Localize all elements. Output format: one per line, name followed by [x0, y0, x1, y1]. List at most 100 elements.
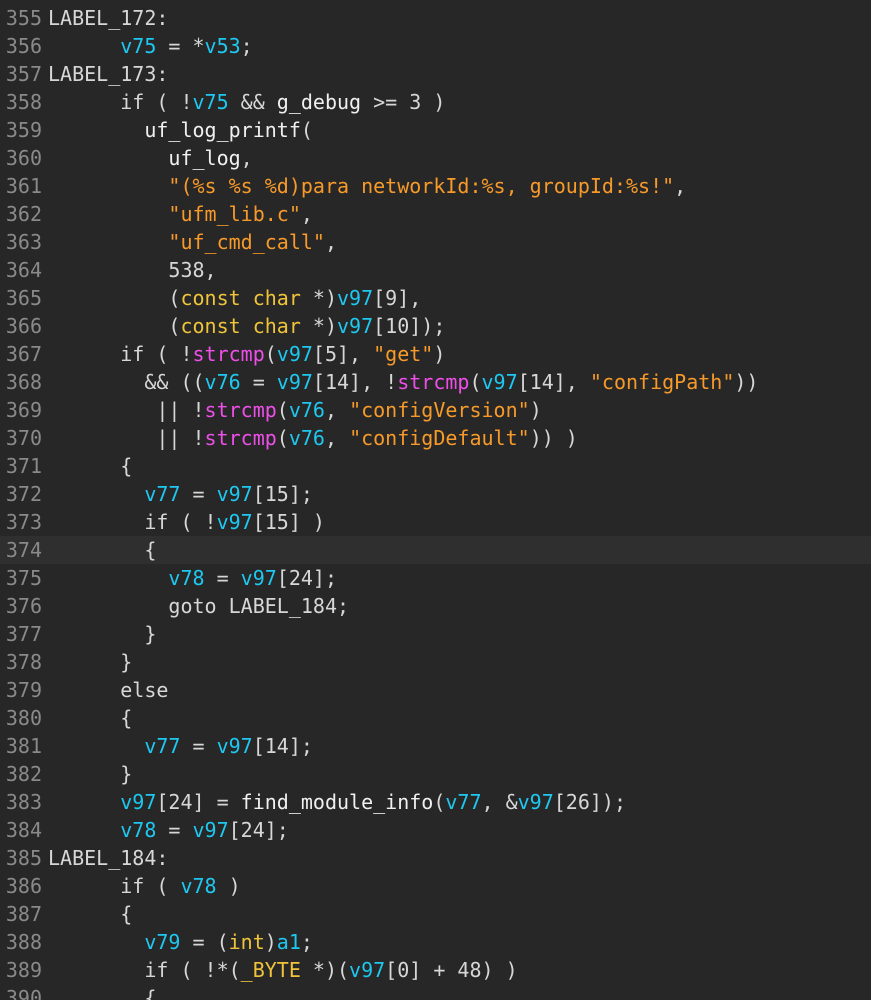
- code-line-current[interactable]: 374 {: [0, 536, 871, 564]
- code-text[interactable]: "uf_cmd_call",: [48, 228, 337, 256]
- code-line[interactable]: 383 v97[24] = find_module_info(v77, &v97…: [0, 788, 871, 816]
- code-line[interactable]: 376 goto LABEL_184;: [0, 592, 871, 620]
- code-line[interactable]: 358 if ( !v75 && g_debug >= 3 ): [0, 88, 871, 116]
- code-text[interactable]: }: [48, 760, 132, 788]
- code-text[interactable]: {: [48, 900, 132, 928]
- code-line[interactable]: 380 {: [0, 704, 871, 732]
- code-text[interactable]: "ufm_lib.c",: [48, 200, 313, 228]
- code-line[interactable]: 389 if ( !*(_BYTE *)(v97[0] + 48) ): [0, 956, 871, 984]
- code-line[interactable]: 390 {: [0, 984, 871, 1000]
- code-token: {: [48, 706, 133, 730]
- code-token: }: [48, 650, 133, 674]
- code-text[interactable]: || !strcmp(v76, "configDefault")) ): [48, 424, 578, 452]
- code-line[interactable]: 359 uf_log_printf(: [0, 116, 871, 144]
- code-line[interactable]: 379 else: [0, 676, 871, 704]
- code-line[interactable]: 360 uf_log,: [0, 144, 871, 172]
- code-line[interactable]: 387 {: [0, 900, 871, 928]
- code-line[interactable]: 388 v79 = (int)a1;: [0, 928, 871, 956]
- code-line[interactable]: 366 (const char *)v97[10]);: [0, 312, 871, 340]
- code-token: [15] ): [252, 510, 325, 534]
- line-number: 374: [5, 538, 42, 562]
- code-line[interactable]: 361 "(%s %s %d)para networkId:%s, groupI…: [0, 172, 871, 200]
- code-text[interactable]: v78 = v97[24];: [48, 816, 289, 844]
- code-line[interactable]: 381 v77 = v97[14];: [0, 732, 871, 760]
- code-text[interactable]: {: [48, 452, 132, 480]
- code-token: strcmp: [204, 426, 277, 450]
- code-line[interactable]: 355 LABEL_172:: [0, 4, 871, 32]
- code-token: ,: [324, 398, 350, 422]
- code-line[interactable]: 364 538,: [0, 256, 871, 284]
- code-text[interactable]: uf_log_printf(: [48, 116, 313, 144]
- code-line[interactable]: 386 if ( v78 ): [0, 872, 871, 900]
- code-line[interactable]: 384 v78 = v97[24];: [0, 816, 871, 844]
- code-token: v97: [216, 482, 253, 506]
- code-line[interactable]: 362 "ufm_lib.c",: [0, 200, 871, 228]
- code-token: goto LABEL_184;: [48, 594, 350, 618]
- code-token: *)(: [300, 958, 350, 982]
- code-text[interactable]: if ( !v97[15] ): [48, 508, 325, 536]
- code-editor[interactable]: 354355LABEL_172:356 v75 = *v53;357LABEL_…: [0, 0, 871, 1000]
- code-text[interactable]: v97[24] = find_module_info(v77, &v97[26]…: [48, 788, 626, 816]
- code-token: int: [228, 930, 265, 954]
- line-number: 382: [5, 762, 42, 786]
- code-line[interactable]: 373 if ( !v97[15] ): [0, 508, 871, 536]
- code-text[interactable]: if ( !strcmp(v97[5], "get"): [48, 340, 445, 368]
- code-line[interactable]: 377 }: [0, 620, 871, 648]
- code-text[interactable]: if ( !v75 && g_debug >= 3 ): [48, 88, 445, 116]
- line-number: 356: [5, 34, 42, 58]
- code-line[interactable]: 370 || !strcmp(v76, "configDefault")) ): [0, 424, 871, 452]
- code-text[interactable]: else: [48, 676, 168, 704]
- code-text[interactable]: v77 = v97[15];: [48, 480, 313, 508]
- code-token: _BYTE: [240, 958, 301, 982]
- code-text[interactable]: LABEL_173:: [48, 60, 168, 88]
- code-text[interactable]: (const char *)v97[9],: [48, 284, 421, 312]
- code-line[interactable]: 375 v78 = v97[24];: [0, 564, 871, 592]
- code-text[interactable]: v75 = *v53;: [48, 32, 252, 60]
- code-text[interactable]: {: [48, 984, 156, 1000]
- line-number: 358: [5, 90, 42, 114]
- code-token: =: [180, 734, 217, 758]
- code-token: v97: [481, 370, 518, 394]
- code-text[interactable]: uf_log,: [48, 144, 252, 172]
- code-text[interactable]: {: [48, 536, 156, 564]
- code-text[interactable]: v79 = (int)a1;: [48, 928, 313, 956]
- code-token: [14], !: [312, 370, 398, 394]
- code-token: if ( !*(: [48, 958, 241, 982]
- code-token: =: [180, 482, 217, 506]
- code-line[interactable]: 363 "uf_cmd_call",: [0, 228, 871, 256]
- code-text[interactable]: {: [48, 704, 132, 732]
- code-token: uf_log: [168, 146, 241, 170]
- code-text[interactable]: && ((v76 = v97[14], !strcmp(v97[14], "co…: [48, 368, 758, 396]
- code-text[interactable]: v77 = v97[14];: [48, 732, 313, 760]
- code-line[interactable]: 385 LABEL_184:: [0, 844, 871, 872]
- code-line[interactable]: 382 }: [0, 760, 871, 788]
- code-text[interactable]: if ( v78 ): [48, 872, 240, 900]
- line-number: 373: [5, 510, 42, 534]
- code-text[interactable]: if ( !*(_BYTE *)(v97[0] + 48) ): [48, 956, 517, 984]
- code-line[interactable]: 357 LABEL_173:: [0, 60, 871, 88]
- line-number: 371: [5, 454, 42, 478]
- code-text[interactable]: 538,: [48, 256, 216, 284]
- code-text[interactable]: LABEL_184:: [48, 844, 168, 872]
- code-line[interactable]: 365 (const char *)v97[9],: [0, 284, 871, 312]
- code-token: "(%s %s %d)para networkId:%s, groupId:%s…: [168, 174, 675, 198]
- code-line[interactable]: 368 && ((v76 = v97[14], !strcmp(v97[14],…: [0, 368, 871, 396]
- code-line[interactable]: 372 v77 = v97[15];: [0, 480, 871, 508]
- line-number: 387: [5, 902, 42, 926]
- code-token: *): [300, 314, 337, 338]
- code-text[interactable]: }: [48, 620, 156, 648]
- code-text[interactable]: v78 = v97[24];: [48, 564, 337, 592]
- code-text[interactable]: || !strcmp(v76, "configVersion"): [48, 396, 541, 424]
- code-line[interactable]: 367 if ( !strcmp(v97[5], "get"): [0, 340, 871, 368]
- code-text[interactable]: }: [48, 648, 132, 676]
- code-line[interactable]: 378 }: [0, 648, 871, 676]
- code-line[interactable]: 369 || !strcmp(v76, "configVersion"): [0, 396, 871, 424]
- code-text[interactable]: goto LABEL_184;: [48, 592, 349, 620]
- code-line[interactable]: 356 v75 = *v53;: [0, 32, 871, 60]
- code-text[interactable]: "(%s %s %d)para networkId:%s, groupId:%s…: [48, 172, 686, 200]
- code-text[interactable]: LABEL_172:: [48, 4, 168, 32]
- code-token: v78: [180, 874, 217, 898]
- code-text[interactable]: (const char *)v97[10]);: [48, 312, 445, 340]
- code-line[interactable]: 371 {: [0, 452, 871, 480]
